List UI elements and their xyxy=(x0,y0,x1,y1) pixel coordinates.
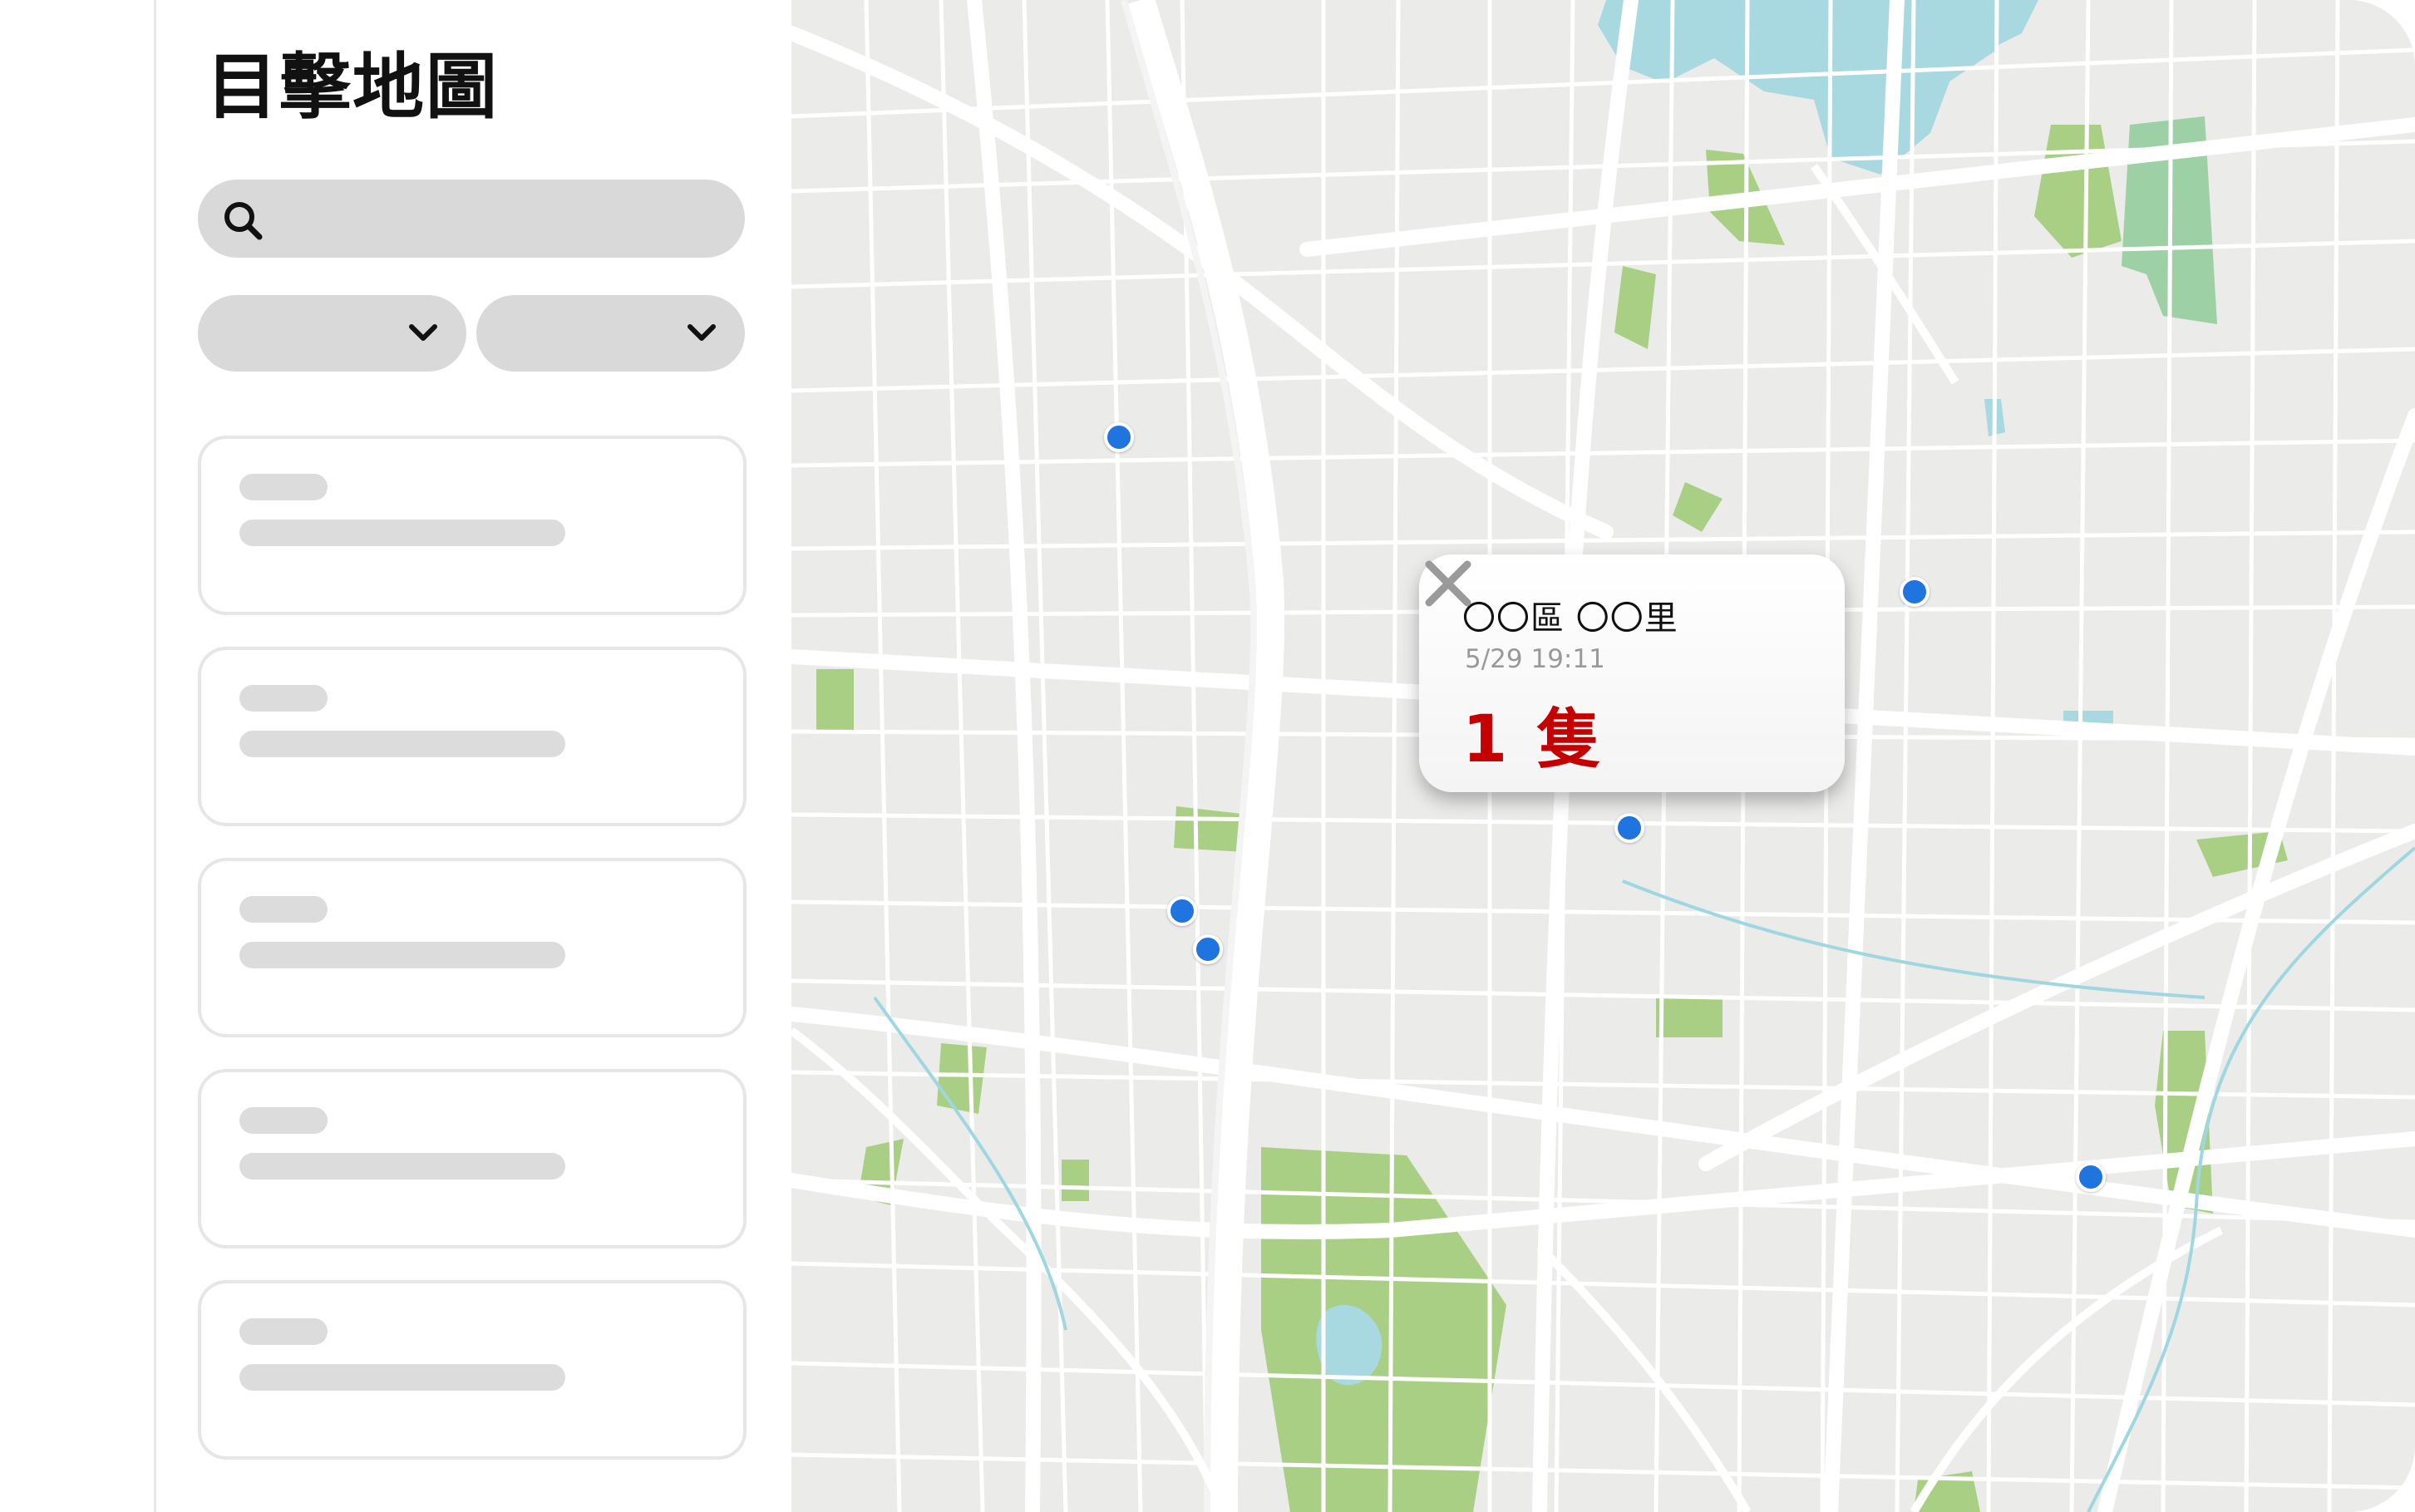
skeleton-line xyxy=(239,1364,565,1391)
park xyxy=(1062,1160,1089,1201)
app-window: 目擊地圖 〇〇區 〇〇里 5/29 19:11 1 隻 xyxy=(0,0,2415,1512)
sighting-popup: 〇〇區 〇〇里 5/29 19:11 1 隻 xyxy=(1419,554,1845,792)
filter-dropdown-2[interactable] xyxy=(476,295,745,372)
list-item[interactable] xyxy=(198,1280,747,1460)
list-item[interactable] xyxy=(198,436,747,615)
sighting-marker[interactable] xyxy=(1104,422,1134,452)
search-input[interactable] xyxy=(277,180,726,258)
sighting-marker[interactable] xyxy=(1193,934,1223,964)
popup-location: 〇〇區 〇〇里 xyxy=(1462,599,1678,638)
park xyxy=(816,669,854,731)
skeleton-line xyxy=(239,520,565,546)
chevron-down-icon xyxy=(688,324,716,341)
popup-count: 1 隻 xyxy=(1462,702,1605,777)
skeleton-line xyxy=(239,731,565,757)
popup-time: 5/29 19:11 xyxy=(1465,644,1605,674)
sighting-marker[interactable] xyxy=(1167,896,1197,926)
sighting-marker[interactable] xyxy=(1614,813,1644,843)
map-view[interactable]: 〇〇區 〇〇里 5/29 19:11 1 隻 xyxy=(791,0,2415,1512)
park xyxy=(937,1043,987,1114)
sidebar: 目擊地圖 xyxy=(156,0,791,1512)
list-item[interactable] xyxy=(198,858,747,1037)
skeleton-title xyxy=(239,685,328,712)
skeleton-line xyxy=(239,1153,565,1180)
close-icon[interactable] xyxy=(1419,554,1477,613)
skeleton-title xyxy=(239,896,328,923)
filter-dropdown-1[interactable] xyxy=(198,295,466,372)
list-item[interactable] xyxy=(198,647,747,826)
park xyxy=(1656,996,1723,1037)
skeleton-line xyxy=(239,942,565,968)
page-title: 目擊地圖 xyxy=(206,46,499,129)
skeleton-title xyxy=(239,1107,328,1134)
skeleton-title xyxy=(239,474,328,500)
sighting-marker[interactable] xyxy=(2076,1162,2106,1192)
chevron-down-icon xyxy=(409,324,437,341)
sighting-marker[interactable] xyxy=(1900,577,1930,607)
skeleton-title xyxy=(239,1318,328,1345)
search-icon xyxy=(224,202,263,240)
list-item[interactable] xyxy=(198,1069,747,1249)
search-bar[interactable] xyxy=(198,180,745,258)
